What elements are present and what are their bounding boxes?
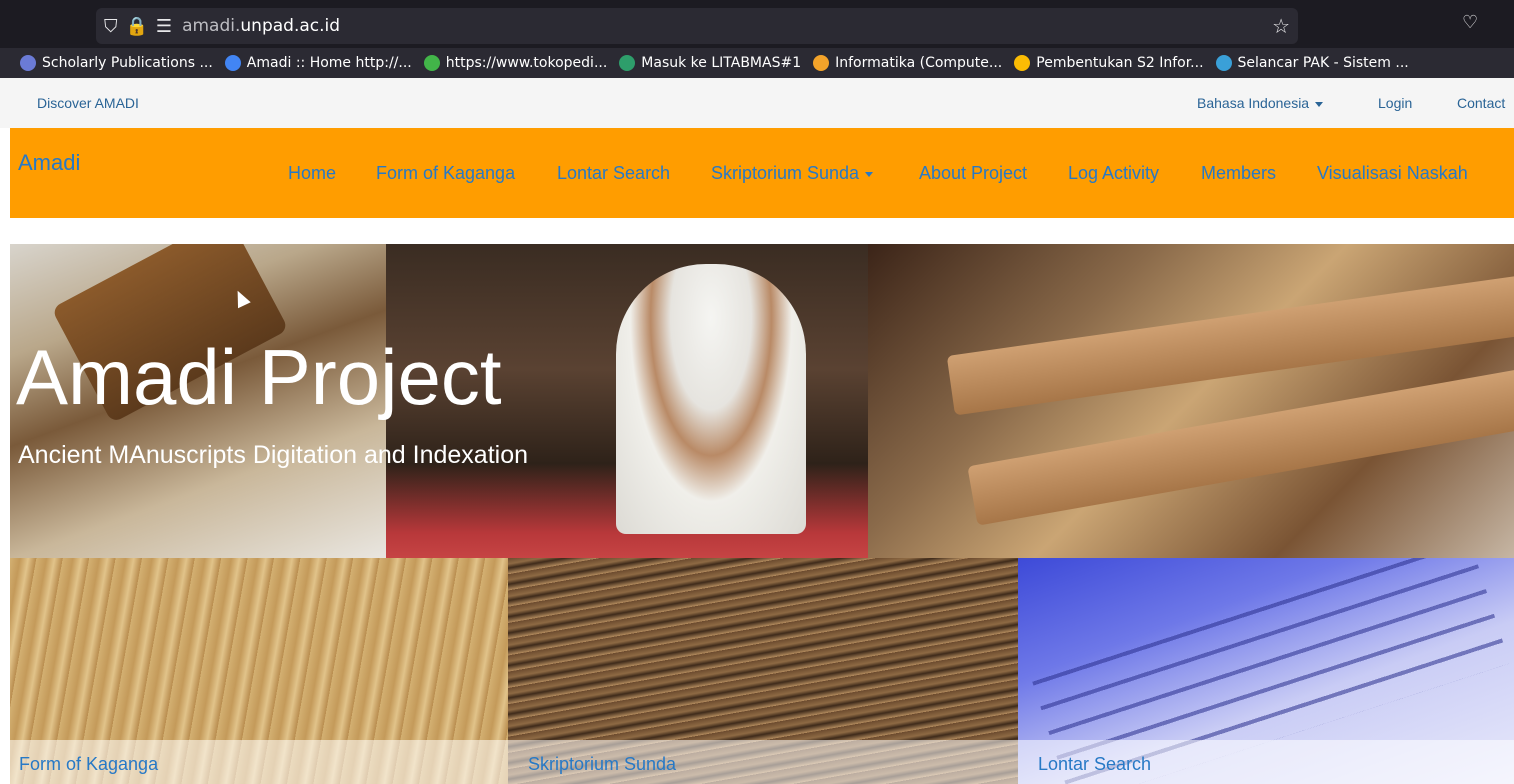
tile-caption: Form of Kaganga xyxy=(10,740,508,784)
main-navbar: Amadi Home Form of Kaganga Lontar Search… xyxy=(10,128,1514,218)
favicon-icon xyxy=(619,55,636,71)
bookmark-item[interactable]: Masuk ke LITABMAS#1 xyxy=(619,55,801,71)
bookmark-label: https://www.tokopedi... xyxy=(445,55,608,71)
tile-caption-label[interactable]: Lontar Search xyxy=(1038,754,1151,775)
google-icon xyxy=(224,55,241,71)
google-drive-icon xyxy=(1014,55,1031,71)
nav-about-project[interactable]: About Project xyxy=(919,163,1027,184)
nav-lontar-search[interactable]: Lontar Search xyxy=(557,163,670,184)
url-text[interactable]: amadi.unpad.ac.id xyxy=(182,16,340,36)
favicon-icon xyxy=(813,55,830,71)
bookmark-label: Selancar PAK - Sistem ... xyxy=(1237,55,1409,71)
bookmark-item[interactable]: Amadi :: Home http://... xyxy=(224,55,412,71)
favicon-icon xyxy=(20,55,36,71)
login-link[interactable]: Login xyxy=(1378,95,1412,111)
caret-down-icon xyxy=(865,171,874,177)
nav-form-of-kaganga[interactable]: Form of Kaganga xyxy=(376,163,515,184)
address-bar[interactable]: ⛉ 🔒 ☰ amadi.unpad.ac.id ☆ xyxy=(96,8,1298,44)
brand-logo[interactable]: Amadi xyxy=(18,150,80,176)
nav-members[interactable]: Members xyxy=(1201,163,1276,184)
tile-caption-label[interactable]: Skriptorium Sunda xyxy=(528,754,676,775)
tile-skriptorium-sunda[interactable]: Skriptorium Sunda xyxy=(508,558,1018,784)
tile-caption: Lontar Search xyxy=(1018,740,1514,784)
tile-form-of-kaganga[interactable]: Form of Kaganga xyxy=(10,558,508,784)
hero-subtitle: Ancient MAnuscripts Digitation and Index… xyxy=(18,441,529,469)
bookmark-label: Pembentukan S2 Infor... xyxy=(1036,55,1204,71)
language-label: Bahasa Indonesia xyxy=(1197,95,1310,111)
bookmark-item[interactable]: Pembentukan S2 Infor... xyxy=(1014,55,1204,71)
browser-toolbar: ⛉ 🔒 ☰ amadi.unpad.ac.id ☆ ♡ xyxy=(0,0,1514,48)
bookmark-item[interactable]: https://www.tokopedi... xyxy=(423,55,608,71)
nav-skriptorium-sunda[interactable]: Skriptorium Sunda xyxy=(711,163,874,184)
bookmark-label: Amadi :: Home http://... xyxy=(246,55,412,71)
favicon-icon xyxy=(1215,55,1232,71)
discover-link[interactable]: Discover AMADI xyxy=(37,95,139,111)
bookmark-label: Scholarly Publications ... xyxy=(42,55,213,71)
tile-caption: Skriptorium Sunda xyxy=(508,740,1018,784)
lock-slash-icon[interactable]: 🔒 xyxy=(126,16,148,37)
bookmark-item[interactable]: Informatika (Compute... xyxy=(813,55,1002,71)
bookmark-item[interactable]: Scholarly Publications ... xyxy=(20,55,213,71)
hero-title: Amadi Project xyxy=(16,333,502,421)
bookmarks-bar: Scholarly Publications ... Amadi :: Home… xyxy=(0,48,1514,78)
tile-caption-label[interactable]: Form of Kaganga xyxy=(19,754,158,775)
nav-home[interactable]: Home xyxy=(288,163,336,184)
site-topbar: Discover AMADI Bahasa Indonesia Login Co… xyxy=(0,78,1514,128)
tile-lontar-search[interactable]: Lontar Search xyxy=(1018,558,1514,784)
bookmark-star-icon[interactable]: ☆ xyxy=(1272,14,1290,38)
contact-link[interactable]: Contact xyxy=(1457,95,1505,111)
tokopedia-icon xyxy=(423,55,440,71)
language-dropdown[interactable]: Bahasa Indonesia xyxy=(1197,95,1324,111)
nav-log-activity[interactable]: Log Activity xyxy=(1068,163,1159,184)
bookmark-label: Informatika (Compute... xyxy=(835,55,1003,71)
hero-photo-palm-leaves xyxy=(868,244,1514,558)
pocket-icon[interactable]: ♡ xyxy=(1462,12,1478,33)
bookmark-item[interactable]: Selancar PAK - Sistem ... xyxy=(1215,55,1409,71)
shield-icon[interactable]: ⛉ xyxy=(104,16,118,37)
permissions-icon[interactable]: ☰ xyxy=(156,16,172,37)
nav-label: Skriptorium Sunda xyxy=(711,163,860,183)
bookmark-label: Masuk ke LITABMAS#1 xyxy=(641,55,802,71)
caret-down-icon xyxy=(1315,101,1324,107)
nav-visualisasi-naskah[interactable]: Visualisasi Naskah xyxy=(1317,163,1468,184)
